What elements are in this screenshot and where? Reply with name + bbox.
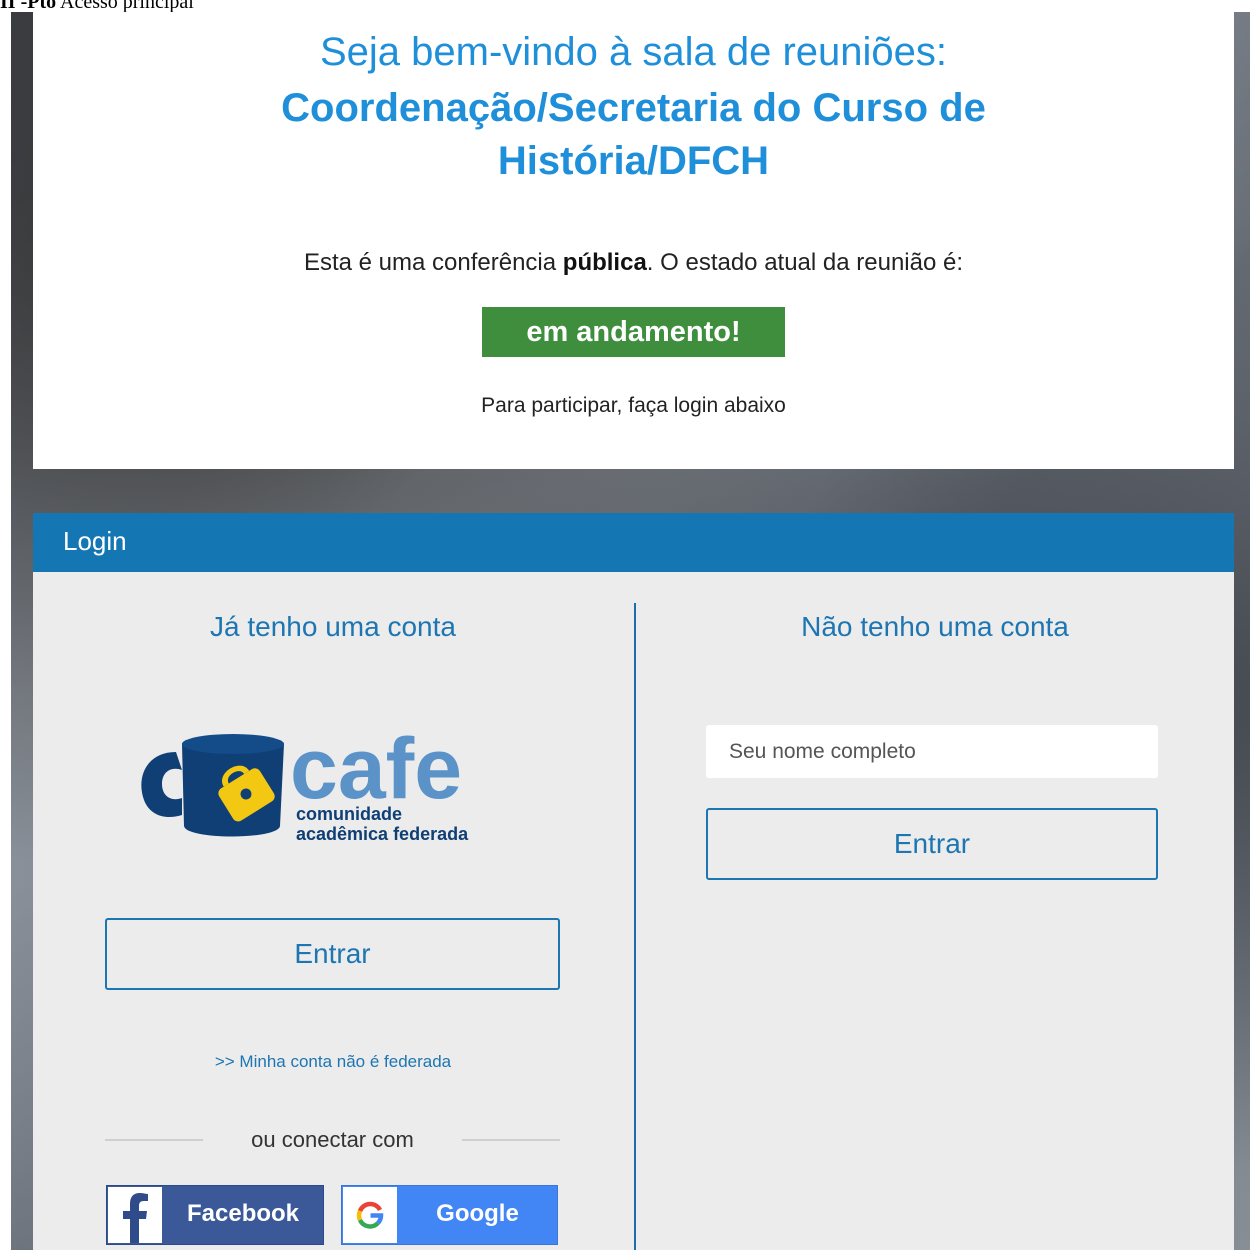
welcome-card: Seja bem-vindo à sala de reuniões: Coord… [33, 12, 1234, 469]
or-connect-divider: ou conectar com [105, 1125, 560, 1155]
login-hint: Para participar, faça login abaixo [481, 394, 786, 417]
existing-account-title: Já tenho uma conta [210, 611, 456, 642]
google-icon [343, 1187, 397, 1243]
conference-status-text: Esta é uma conferência pública. O estado… [33, 248, 1234, 278]
welcome-heading: Seja bem-vindo à sala de reuniões: [319, 30, 948, 74]
facebook-label: Facebook [186, 1200, 300, 1227]
cafe-logo-line2: acadêmica federada [296, 824, 469, 844]
google-label: Google [436, 1200, 519, 1227]
facebook-icon [108, 1187, 162, 1243]
browser-screen: Seja bem-vindo à sala de reuniões: Coord… [11, 12, 1250, 1250]
non-federated-link[interactable]: >> Minha conta não é federada [33, 1051, 633, 1073]
or-line-right [462, 1139, 560, 1141]
cafe-logo-line1: comunidade [296, 804, 402, 824]
room-name: Coordenação/Secretaria do Curso de Histó… [281, 86, 986, 183]
column-divider [634, 603, 636, 1250]
google-login-button[interactable]: Google [341, 1185, 558, 1245]
new-account-title: Não tenho uma conta [801, 611, 1069, 642]
login-header: Login [33, 513, 1234, 572]
full-name-input[interactable] [706, 725, 1158, 778]
guest-login-button[interactable]: Entrar [706, 808, 1158, 880]
document-caption: II -Pto Acesso principal [0, 0, 194, 12]
status-suffix: . O estado atual da reunião é: [646, 249, 964, 276]
cafe-logo-word: cafe [290, 721, 462, 817]
status-prefix: Esta é uma conferência [303, 249, 563, 276]
facebook-login-button[interactable]: Facebook [106, 1185, 324, 1245]
status-visibility: pública [562, 249, 647, 276]
cafe-logo: cafe comunidade acadêmica federada [141, 721, 469, 844]
cafe-login-button[interactable]: Entrar [105, 918, 560, 990]
login-panel: Login Já tenho uma conta Não tenho uma c… [33, 513, 1234, 1250]
status-badge: em andamento! [482, 307, 785, 357]
